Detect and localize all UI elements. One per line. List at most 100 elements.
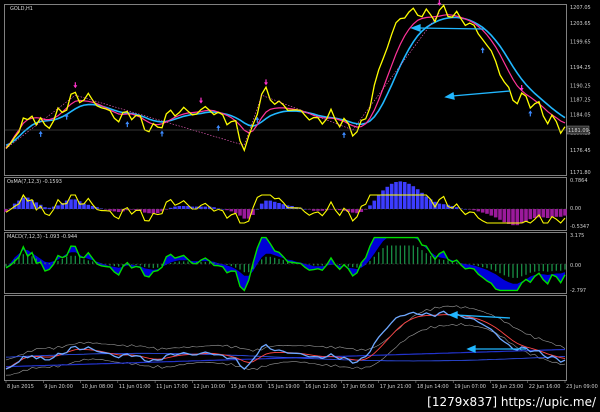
x-tick-label: 15 Jun 03:00 [231, 384, 263, 390]
bands-panel-frame [4, 295, 567, 381]
osma-bar [524, 209, 528, 222]
osma-bar [56, 205, 60, 209]
osma-bar [242, 209, 247, 219]
fractal-up-arrow [480, 47, 485, 54]
fractal-down-arrow [519, 85, 524, 92]
osma-bar [86, 204, 91, 209]
bands-ma-red [5, 314, 566, 370]
price-label: 1181.09 [568, 128, 589, 134]
x-tick-label: 19 Jun 07:00 [454, 384, 486, 390]
osma-bar [268, 200, 273, 209]
x-tick-label: 19 Jun 23:00 [492, 384, 524, 390]
osma-bar [316, 209, 320, 211]
watermark: [1279x837] https://upic.me/ [427, 395, 596, 409]
x-tick-label: 9 Jun 20:00 [44, 384, 73, 390]
osma-bar [532, 209, 537, 218]
osma-bar [454, 207, 459, 209]
fractal-up-arrow [160, 130, 164, 137]
osma-panel-title: OsMA(7,12,3) -0.1593 [7, 179, 62, 185]
osma-bar [203, 206, 208, 209]
osma-bar [563, 209, 567, 216]
osma-bar [385, 186, 390, 209]
main-y-tick: 1207.05 [570, 5, 591, 11]
x-tick-label: 8 Jun 2015 [7, 384, 34, 390]
osma-indicator [4, 181, 567, 226]
osma-bar [229, 209, 234, 212]
x-tick-label: 22 Jun 16:00 [529, 384, 561, 390]
macd-panel-title: MACD(7,12,3) -1.093 -0.944 [7, 234, 77, 240]
osma-bar [277, 203, 281, 209]
x-tick-label: 11 Jun 01:00 [119, 384, 151, 390]
osma-bar [480, 209, 485, 213]
fractal-down-arrow [199, 97, 203, 104]
osma-bar [21, 197, 26, 209]
zigzag-line [5, 12, 440, 149]
osma-bar [506, 209, 511, 224]
osma-bar [372, 200, 377, 209]
osma-bar [155, 209, 160, 214]
x-tick-label: 17 Jun 21:00 [380, 384, 412, 390]
osma-bar [489, 209, 494, 216]
osma-bar [441, 204, 446, 209]
osma-bar [528, 209, 533, 220]
osma-bar [493, 209, 498, 218]
main-y-axis: 1207.05 1203.65 1199.65 1194.25 1190.25 1187.… [570, 5, 591, 176]
main-y-tick: 1171.80 [570, 170, 591, 176]
osma-bar [177, 206, 182, 209]
osma-bar [485, 209, 489, 214]
arrow-2 [451, 90, 511, 97]
osma-bar [389, 183, 394, 209]
osma-bar [112, 209, 117, 212]
main-y-tick: 1194.25 [570, 65, 591, 71]
osma-panel-frame [4, 177, 567, 231]
osma-tick-zero: 0.00 [570, 206, 581, 212]
osma-bar [545, 209, 550, 218]
x-tick-label: 12 Jun 10:00 [193, 384, 225, 390]
x-tick-label: 15 Jun 19:00 [268, 384, 300, 390]
fractal-up-arrow [125, 121, 130, 128]
osma-bar [142, 209, 147, 213]
arrow-1 [417, 27, 485, 30]
osma-bar [69, 199, 73, 209]
osma-bar [238, 209, 242, 216]
osma-bar [558, 209, 563, 217]
osma-bar [381, 190, 385, 209]
osma-bar [368, 205, 372, 209]
main-y-tick: 1203.65 [570, 21, 591, 27]
trading-chart: GOLD,H1 OsMA(7,12,3) -0.1593 MACD(7,12,3… [4, 0, 598, 390]
main-price-plot [5, 0, 566, 153]
osma-bar [415, 189, 420, 209]
fractal-up-arrow [528, 110, 533, 117]
osma-bar [519, 209, 524, 224]
main-y-tick: 1176.45 [570, 148, 591, 154]
osma-bar [173, 206, 177, 209]
osma-tick-high: 0.7864 [570, 178, 588, 184]
arrow-3-head [448, 311, 458, 319]
osma-bar [424, 196, 429, 209]
fractal-down-arrow [437, 0, 442, 6]
osma-bar [437, 203, 442, 209]
main-y-tick: 1190.25 [570, 84, 591, 90]
osma-bar [116, 209, 121, 212]
osma-bar [259, 203, 264, 209]
main-y-tick: 1184.05 [570, 113, 591, 119]
osma-bar [212, 207, 216, 209]
osma-bar [311, 209, 316, 211]
fractal-down-arrow [264, 79, 268, 86]
osma-bar [181, 206, 186, 209]
x-tick-label: 10 Jun 08:00 [82, 384, 114, 390]
main-y-tick: 1187.25 [570, 98, 591, 104]
fractal-down-arrow [73, 82, 78, 89]
osma-bar [272, 201, 277, 209]
fractal-up-arrow [38, 130, 43, 137]
arrow-4-head [466, 345, 476, 353]
arrow-2-head [444, 91, 455, 100]
osma-bar [498, 209, 502, 220]
ma-fast-line [5, 14, 566, 149]
macd-tick-high: 3.175 [570, 233, 584, 239]
macd-tick-low: -2.797 [570, 288, 586, 294]
x-tick-label: 18 Jun 14:00 [417, 384, 449, 390]
osma-bar [407, 183, 411, 209]
arrow-1-head [410, 24, 421, 32]
osma-bar [43, 207, 47, 209]
